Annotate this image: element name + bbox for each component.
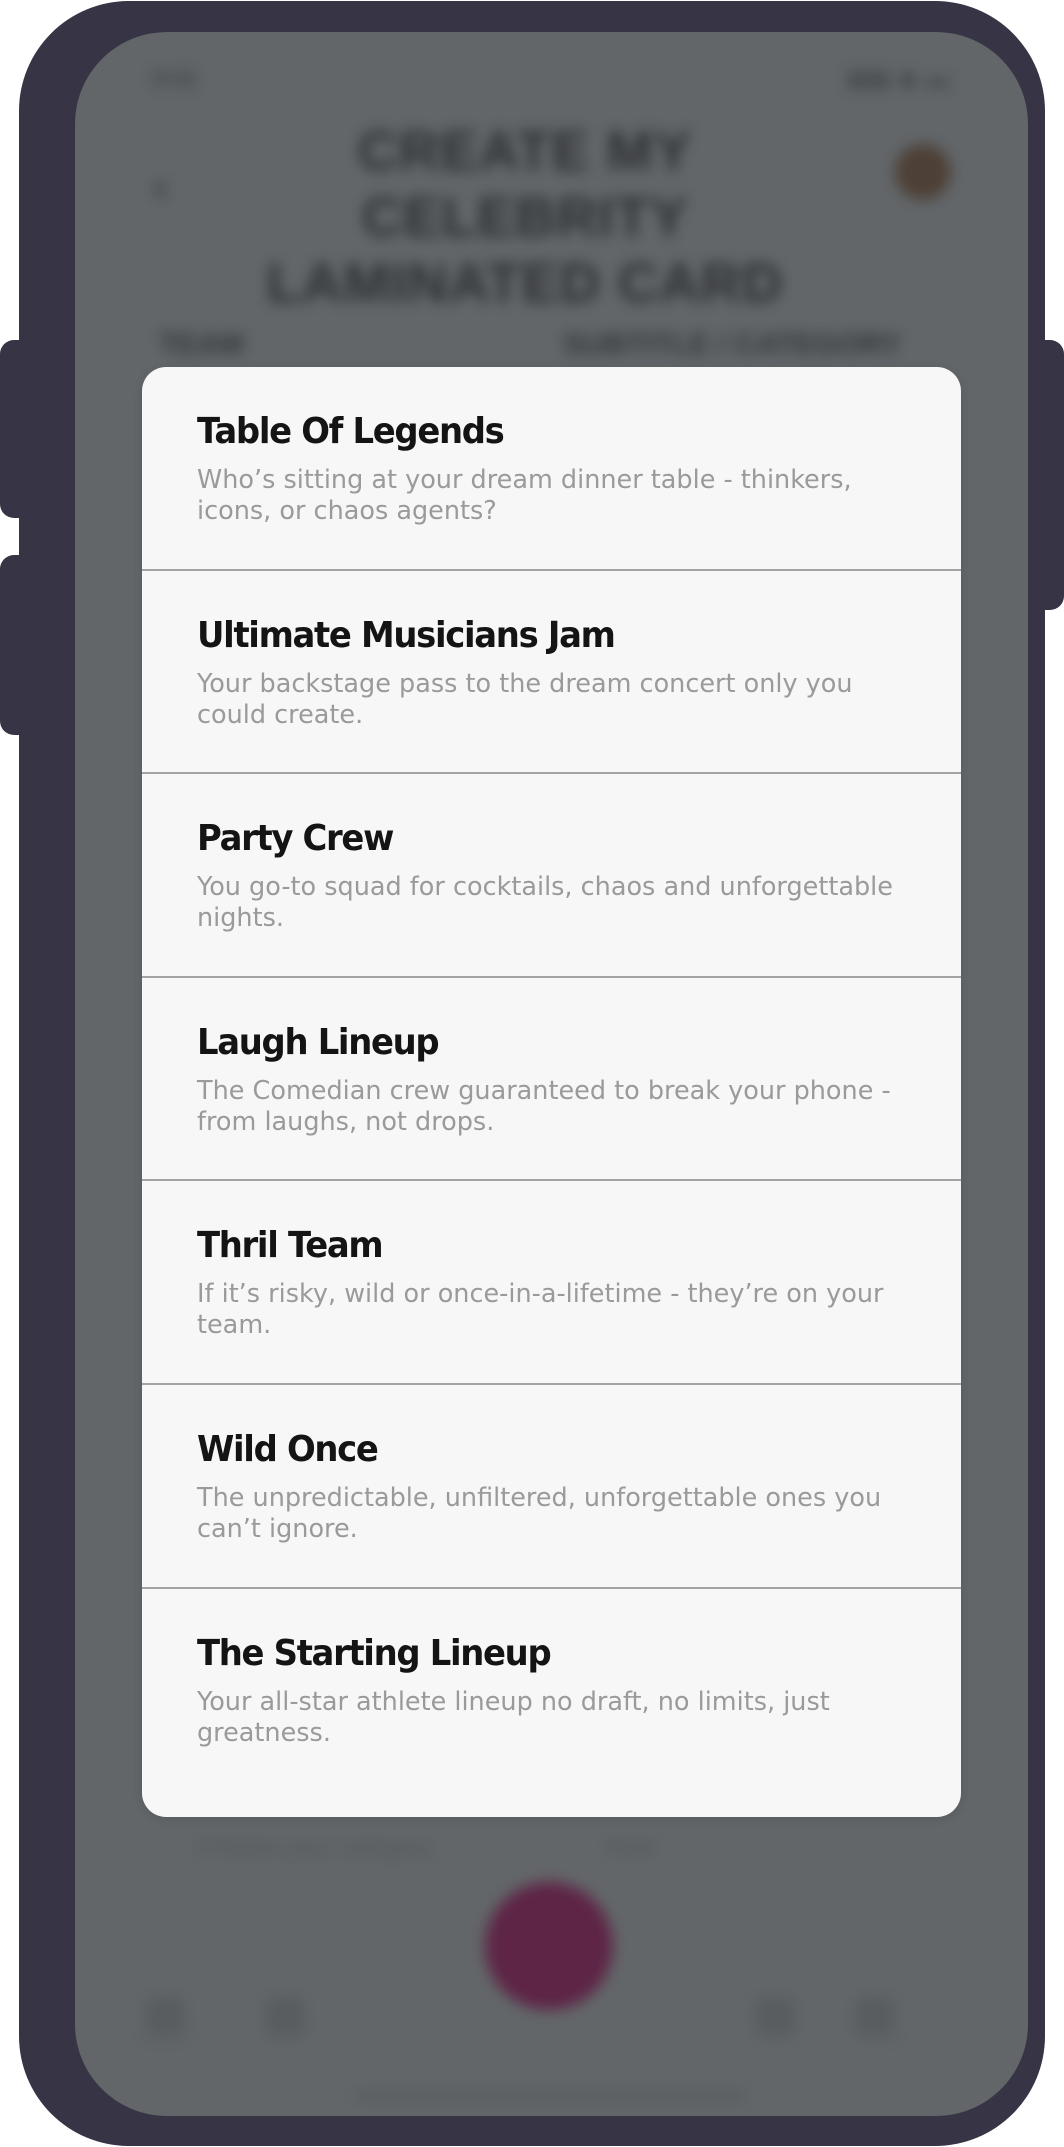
phone-frame: 9:41 ▮▮▮ ◆ ▬ ‹ CREATE MY CELEBRITY LAMIN…	[19, 1, 1045, 2146]
category-title: Party Crew	[197, 818, 394, 860]
page-title: CREATE MY CELEBRITY LAMINATED CARD	[266, 119, 784, 314]
status-icons: ▮▮▮ ◆ ▬	[848, 66, 950, 91]
category-title: Thril Team	[197, 1225, 384, 1267]
category-description: Your backstage pass to the dream concert…	[197, 668, 853, 730]
category-option-the-starting-lineup[interactable]: The Starting Lineup Your all-star athlet…	[142, 1589, 961, 1793]
back-arrow-icon[interactable]: ‹	[153, 162, 168, 212]
category-title: Ultimate Musicians Jam	[197, 614, 616, 656]
category-label: SUBTITLE / CATEGORY	[563, 328, 902, 361]
category-description: You go-to squad for cocktails, chaos and…	[197, 872, 893, 934]
category-title: Laugh Lineup	[197, 1021, 440, 1063]
category-description: The unpredictable, unfiltered, unforgett…	[197, 1482, 882, 1544]
nav-cards-icon[interactable]	[755, 1997, 795, 2037]
category-description: Your all-star athlete lineup no draft, n…	[197, 1686, 830, 1748]
team-label: TEAM	[159, 328, 244, 361]
category-option-laugh-lineup[interactable]: Laugh Lineup The Comedian crew guarantee…	[142, 978, 961, 1182]
category-description: If it’s risky, wild or once-in-a-lifetim…	[197, 1279, 884, 1341]
category-description: Who’s sitting at your dream dinner table…	[197, 465, 852, 526]
category-title: Wild Once	[197, 1428, 379, 1470]
create-fab-button[interactable]	[485, 1882, 613, 2010]
category-option-thril-team[interactable]: Thril Team If it’s risky, wild or once-i…	[142, 1181, 961, 1385]
bottom-left-text: Choose your category	[197, 1834, 432, 1861]
category-picker-modal: Table Of Legends Who’s sitting at your d…	[142, 367, 961, 1817]
category-option-party-crew[interactable]: Party Crew You go-to squad for cocktails…	[142, 774, 961, 978]
bottom-right-text: Next	[605, 1834, 655, 1861]
avatar[interactable]	[895, 144, 951, 200]
screen: 9:41 ▮▮▮ ◆ ▬ ‹ CREATE MY CELEBRITY LAMIN…	[75, 32, 1028, 2116]
home-indicator	[355, 2092, 745, 2100]
nav-search-icon[interactable]	[265, 1997, 305, 2037]
category-option-wild-once[interactable]: Wild Once The unpredictable, unfiltered,…	[142, 1385, 961, 1589]
category-title: Table Of Legends	[197, 411, 505, 452]
nav-profile-icon[interactable]	[855, 1997, 895, 2037]
category-description: The Comedian crew guaranteed to break yo…	[197, 1075, 891, 1137]
category-option-table-of-legends[interactable]: Table Of Legends Who’s sitting at your d…	[142, 367, 961, 571]
status-time: 9:41	[153, 66, 198, 91]
category-title: The Starting Lineup	[197, 1632, 552, 1674]
category-option-ultimate-musicians-jam[interactable]: Ultimate Musicians Jam Your backstage pa…	[142, 571, 961, 775]
nav-home-icon[interactable]	[145, 1997, 185, 2037]
